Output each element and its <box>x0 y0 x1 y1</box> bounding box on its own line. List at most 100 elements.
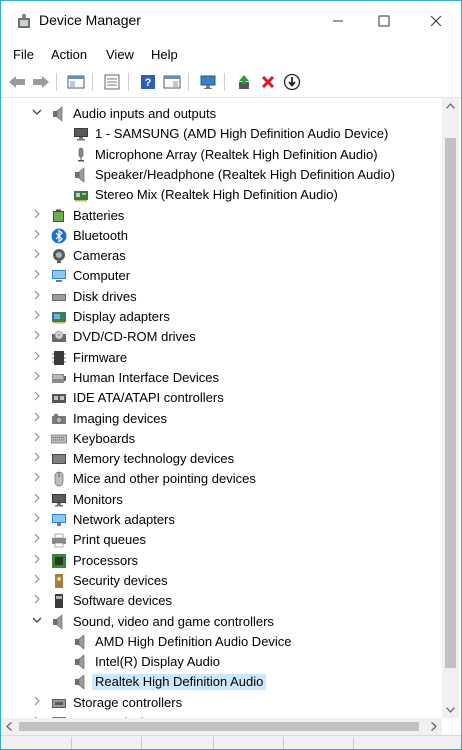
chevron-right-icon[interactable] <box>31 290 43 304</box>
tree-category-keyboards[interactable]: Keyboards <box>1 429 442 449</box>
tree-item-label: Microphone Array (Realtek High Definitio… <box>95 146 378 162</box>
computer-icon <box>52 270 66 283</box>
chevron-right-icon[interactable] <box>31 269 43 283</box>
chevron-right-icon[interactable] <box>31 412 43 426</box>
chevron-right-icon[interactable] <box>31 452 43 466</box>
speaker-icon <box>75 674 85 691</box>
tree-item-label: Imaging devices <box>73 410 167 426</box>
scroll-down-icon <box>446 707 455 713</box>
device-manager-icon <box>18 14 30 28</box>
tree-device-stereo-mix-realtek-high-definition-audio[interactable]: Stereo Mix (Realtek High Definition Audi… <box>1 185 442 205</box>
chevron-right-icon[interactable] <box>31 371 43 385</box>
vertical-scroll-thumb[interactable] <box>445 138 456 668</box>
tree-category-bluetooth[interactable]: Bluetooth <box>1 226 442 246</box>
chevron-right-icon[interactable] <box>31 513 43 527</box>
chevron-right-icon[interactable] <box>31 594 43 608</box>
chevron-right-icon[interactable] <box>31 310 43 324</box>
tree-category-computer[interactable]: Computer <box>1 266 442 286</box>
uninstall-device-button[interactable] <box>257 71 279 93</box>
menu-view[interactable]: View <box>106 47 134 62</box>
tree-device-amd-high-definition-audio-device[interactable]: AMD High Definition Audio Device <box>1 632 442 652</box>
tree-category-mice-and-other-pointing-devices[interactable]: Mice and other pointing devices <box>1 469 442 489</box>
battery-icon <box>53 209 64 222</box>
tree-category-security-devices[interactable]: Security devices <box>1 571 442 591</box>
maximize-button[interactable] <box>361 1 407 41</box>
tree-device-1-samsung-amd-high-definition-audio-device[interactable]: 1 - SAMSUNG (AMD High Definition Audio D… <box>1 124 442 144</box>
minimize-button[interactable] <box>315 1 361 41</box>
chevron-right-icon[interactable] <box>31 432 43 446</box>
tree-device-microphone-array-realtek-high-definition-audio[interactable]: Microphone Array (Realtek High Definitio… <box>1 145 442 165</box>
show-hide-console-tree-button[interactable] <box>65 71 87 93</box>
network-adapter-icon <box>52 514 66 526</box>
tree-device-intel-r-display-audio[interactable]: Intel(R) Display Audio <box>1 652 442 672</box>
display-adapter-icon <box>52 312 66 324</box>
chevron-right-icon[interactable] <box>31 249 43 263</box>
back-arrow-icon <box>9 76 25 88</box>
tree-category-software-devices[interactable]: Software devices <box>1 591 442 611</box>
back-button[interactable] <box>6 71 28 93</box>
tree-category-display-adapters[interactable]: Display adapters <box>1 307 442 327</box>
menu-action[interactable]: Action <box>51 47 87 62</box>
tree-device-speaker-headphone-realtek-high-definition-audio[interactable]: Speaker/Headphone (Realtek High Definiti… <box>1 165 442 185</box>
update-driver-button[interactable] <box>233 71 255 93</box>
chevron-right-icon[interactable] <box>31 493 43 507</box>
device-tree[interactable]: Audio inputs and outputs 1 - SAMSUNG (AMD… <box>1 98 442 718</box>
tree-item-label: Batteries <box>73 207 125 223</box>
camera-icon <box>53 249 65 264</box>
horizontal-scroll-thumb[interactable] <box>19 722 419 731</box>
chevron-right-icon[interactable] <box>31 391 43 405</box>
tree-category-human-interface-devices[interactable]: Human Interface Devices <box>1 368 442 388</box>
enable-device-button[interactable] <box>281 71 303 93</box>
chevron-down-icon[interactable] <box>31 615 43 629</box>
tree-category-batteries[interactable]: Batteries <box>1 206 442 226</box>
scroll-left-icon <box>6 722 12 731</box>
vertical-scrollbar[interactable] <box>442 98 459 718</box>
tree-item-label: 1 - SAMSUNG (AMD High Definition Audio D… <box>95 126 389 142</box>
menu-file[interactable]: File <box>13 47 34 62</box>
forward-button[interactable] <box>30 71 52 93</box>
title-bar[interactable]: Device Manager <box>1 1 461 41</box>
tree-category-dvd-cd-rom-drives[interactable]: DVD/CD-ROM drives <box>1 327 442 347</box>
tree-category-cameras[interactable]: Cameras <box>1 246 442 266</box>
chevron-right-icon[interactable] <box>31 229 43 243</box>
memory-icon <box>52 454 66 465</box>
horizontal-scrollbar[interactable] <box>1 718 442 735</box>
tree-device-realtek-high-definition-audio[interactable]: Realtek High Definition Audio <box>1 672 442 692</box>
tree-category-sound-video-and-game-controllers[interactable]: Sound, video and game controllers <box>1 612 442 632</box>
scan-hardware-button[interactable] <box>197 71 219 93</box>
scroll-up-icon <box>446 103 455 109</box>
tree-category-monitors[interactable]: Monitors <box>1 490 442 510</box>
tree-item-label: Human Interface Devices <box>73 369 219 385</box>
help-button[interactable]: ? <box>137 71 159 93</box>
close-icon <box>430 15 442 27</box>
tree-category-memory-technology-devices[interactable]: Memory technology devices <box>1 449 442 469</box>
chevron-right-icon[interactable] <box>31 472 43 486</box>
tree-category-print-queues[interactable]: Print queues <box>1 530 442 550</box>
tree-category-processors[interactable]: Processors <box>1 551 442 571</box>
tree-category-network-adapters[interactable]: Network adapters <box>1 510 442 530</box>
tree-category-firmware[interactable]: Firmware <box>1 348 442 368</box>
chevron-right-icon[interactable] <box>31 209 43 223</box>
chevron-right-icon[interactable] <box>31 554 43 568</box>
chevron-right-icon[interactable] <box>31 533 43 547</box>
tree-category-disk-drives[interactable]: Disk drives <box>1 287 442 307</box>
menu-help[interactable]: Help <box>151 47 178 62</box>
action-pane-button[interactable] <box>161 71 183 93</box>
chevron-right-icon[interactable] <box>31 696 43 710</box>
microphone-icon <box>78 147 84 162</box>
tree-category-storage-controllers[interactable]: Storage controllers <box>1 693 442 713</box>
tree-item-label: Audio inputs and outputs <box>73 106 217 121</box>
tree-item-label: Print queues <box>73 532 146 548</box>
tree-category-audio-inputs-and-outputs[interactable]: Audio inputs and outputs <box>1 104 442 124</box>
chevron-right-icon[interactable] <box>31 330 43 344</box>
close-button[interactable] <box>413 1 459 41</box>
tree-category-imaging-devices[interactable]: Imaging devices <box>1 409 442 429</box>
tree-item-label: Processors <box>73 552 139 568</box>
chevron-right-icon[interactable] <box>31 351 43 365</box>
tree-category-ide-ata-atapi-controllers[interactable]: IDE ATA/ATAPI controllers <box>1 388 442 408</box>
remove-x-icon <box>261 75 275 89</box>
chevron-right-icon[interactable] <box>31 574 43 588</box>
chevron-down-icon[interactable] <box>31 107 43 121</box>
properties-button[interactable] <box>101 71 123 93</box>
tree-item-label: Sound, video and game controllers <box>73 613 274 629</box>
